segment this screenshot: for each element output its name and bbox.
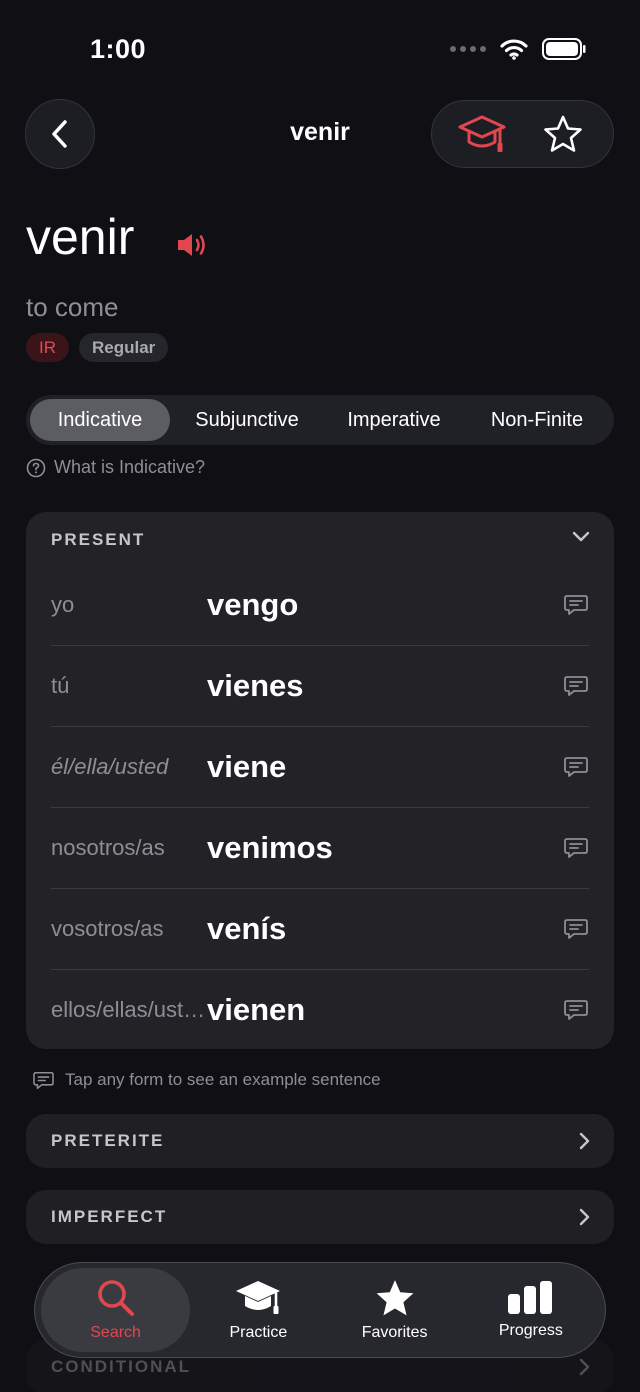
- verb-translation: to come: [26, 292, 119, 322]
- conjugated-form: vengo: [207, 587, 299, 622]
- regularity-badge: Regular: [79, 333, 169, 362]
- graduation-cap-icon: [458, 115, 506, 152]
- conjugation-row[interactable]: vosotros/as venís: [51, 889, 589, 970]
- example-sentence-icon[interactable]: [563, 837, 589, 859]
- pronoun-label: nosotros/as: [51, 835, 165, 860]
- battery-icon: [542, 38, 586, 60]
- example-sentence-icon[interactable]: [563, 675, 589, 697]
- header-actions: [431, 100, 614, 168]
- status-icons: [450, 38, 586, 60]
- pronoun-label: tú: [51, 673, 70, 698]
- section-preterite[interactable]: PRETERITE: [26, 1114, 614, 1168]
- pronoun-label: él/ella/usted: [51, 754, 169, 779]
- favorite-button[interactable]: [528, 104, 598, 164]
- bar-chart-icon: [507, 1281, 552, 1314]
- tab-search[interactable]: Search: [41, 1268, 191, 1352]
- pronoun-label: yo: [51, 592, 75, 617]
- tab-label: Practice: [229, 1324, 288, 1341]
- tab-subjunctive[interactable]: Subjunctive: [170, 399, 324, 441]
- section-imperfect[interactable]: IMPERFECT: [26, 1190, 614, 1244]
- conjugation-row[interactable]: nosotros/as venimos: [51, 808, 589, 889]
- example-hint-text: Tap any form to see an example sentence: [65, 1070, 381, 1089]
- conjugated-form: venís: [207, 911, 287, 946]
- chevron-right-icon: [579, 1132, 590, 1150]
- section-label: PRETERITE: [51, 1131, 165, 1150]
- conjugated-form: viene: [207, 749, 287, 784]
- conjugated-form: vienes: [207, 668, 304, 703]
- conjugation-row[interactable]: ellos/ellas/ustedes vienen: [51, 969, 589, 1050]
- conjugation-row[interactable]: yo vengo: [51, 565, 589, 646]
- section-label: IMPERFECT: [51, 1207, 168, 1226]
- mood-help-text: What is Indicative?: [54, 457, 206, 477]
- conjugated-form: vienen: [207, 991, 306, 1027]
- tab-label: Search: [90, 1324, 141, 1341]
- mood-help-link[interactable]: What is Indicative?: [26, 457, 205, 478]
- tab-indicative[interactable]: Indicative: [30, 399, 170, 441]
- signal-dots-icon: [450, 46, 486, 52]
- speaker-icon: [178, 234, 205, 256]
- question-circle-icon: [26, 458, 46, 477]
- conjugated-form: venimos: [207, 830, 333, 865]
- example-sentence-icon[interactable]: [563, 918, 589, 940]
- verb-infinitive: venir: [26, 209, 135, 265]
- wifi-icon: [500, 39, 528, 60]
- conjugation-row[interactable]: tú vienes: [51, 646, 589, 727]
- pronoun-label: vosotros/as: [51, 916, 164, 941]
- star-outline-icon: [543, 115, 582, 152]
- example-sentence-icon[interactable]: [563, 594, 589, 616]
- chevron-down-icon: [572, 531, 590, 542]
- message-icon: [33, 1071, 54, 1089]
- ending-badge: IR: [26, 333, 69, 362]
- practice-verb-button[interactable]: [447, 104, 517, 164]
- tab-non-finite[interactable]: Non-Finite: [464, 399, 610, 441]
- section-label: CONDITIONAL: [51, 1357, 192, 1376]
- tense-title: PRESENT: [51, 530, 146, 549]
- present-tense-card: PRESENT yo vengo tú vienes él/ella/usted…: [26, 512, 614, 1049]
- tab-label: Progress: [498, 1322, 563, 1339]
- mood-segmented-control: Indicative Subjunctive Imperative Non-Fi…: [26, 395, 614, 445]
- star-icon: [376, 1280, 413, 1316]
- tab-favorites[interactable]: Favorites: [326, 1268, 462, 1352]
- pronounce-button[interactable]: [176, 231, 210, 264]
- search-icon: [97, 1280, 134, 1316]
- pronoun-label: ellos/ellas/ustedes: [51, 996, 207, 1022]
- status-time: 1:00: [90, 34, 147, 64]
- verb-tags: IR Regular: [26, 333, 169, 362]
- graduation-cap-icon: [236, 1281, 281, 1314]
- chevron-right-icon: [579, 1208, 590, 1226]
- example-sentence-icon[interactable]: [563, 756, 589, 778]
- conjugation-screen: 1:00 venir venir to come IR Regular Indi…: [0, 0, 640, 1392]
- collapse-button[interactable]: [572, 530, 590, 549]
- example-hint: Tap any form to see an example sentence: [33, 1070, 381, 1090]
- tab-progress[interactable]: Progress: [463, 1268, 599, 1352]
- tab-imperative[interactable]: Imperative: [324, 399, 464, 441]
- tab-practice[interactable]: Practice: [190, 1268, 326, 1352]
- chevron-right-icon: [579, 1358, 590, 1376]
- conjugation-row[interactable]: él/ella/usted viene: [51, 727, 589, 808]
- example-sentence-icon[interactable]: [563, 999, 589, 1021]
- tab-bar: Search Practice Favorites Progress: [34, 1262, 606, 1358]
- tab-label: Favorites: [361, 1324, 428, 1341]
